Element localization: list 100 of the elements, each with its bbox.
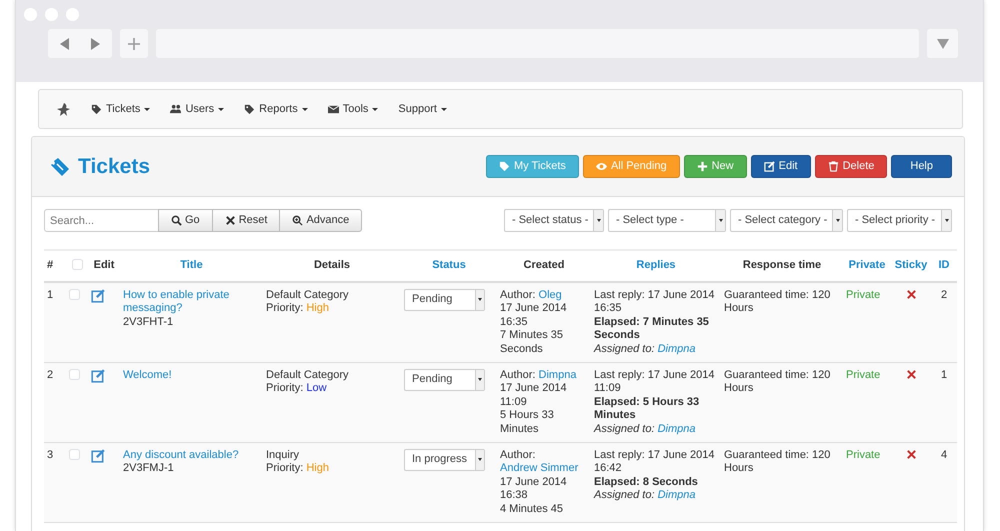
row-checkbox[interactable]: [69, 288, 80, 300]
plus-icon: [696, 161, 708, 172]
nav-menu[interactable]: Support: [398, 100, 447, 118]
created-date: 17 June 2014 16:38: [500, 476, 568, 503]
users-icon: [170, 104, 182, 114]
filter-dropdown[interactable]: - Select status -: [504, 209, 604, 232]
row-checkbox[interactable]: [69, 368, 80, 380]
ticket-title-link[interactable]: How to enable private messaging?: [123, 288, 260, 316]
status-dropdown[interactable]: Pending: [404, 288, 485, 311]
status-dropdown[interactable]: In progress: [404, 448, 485, 471]
priority-value: Low: [306, 382, 327, 394]
nav-menu[interactable]: Tickets: [91, 100, 150, 118]
caret-icon: [936, 38, 948, 48]
category-text: Default Category: [266, 368, 350, 382]
envelope-icon: [328, 104, 339, 114]
search-field[interactable]: Search...: [44, 209, 159, 232]
caret-icon: [144, 108, 150, 110]
filter-dropdown[interactable]: - Select type -: [608, 209, 726, 232]
priority-value: High: [306, 462, 329, 474]
ticket-age: 7 Minutes 35 Seconds: [500, 329, 564, 357]
author-label: Author:: [500, 448, 536, 461]
filter-dropdown[interactable]: - Select priority -: [847, 209, 952, 232]
edit-icon[interactable]: [91, 368, 105, 383]
zoom-in-icon: [292, 215, 304, 226]
priority-value: High: [306, 302, 329, 314]
nav-menu[interactable]: Users: [170, 100, 224, 118]
column-sort-link[interactable]: ID: [938, 259, 950, 271]
column-sort-link[interactable]: Private: [848, 259, 886, 271]
select-all-checkbox[interactable]: [72, 259, 82, 270]
elapsed-text: Elapsed: 7 Minutes 35 Seconds: [594, 316, 710, 343]
assigned-label: Assigned to:: [594, 489, 655, 502]
ticket-code: 2V3FMJ-1: [123, 462, 175, 476]
private-label: Private: [846, 448, 882, 462]
edit-icon[interactable]: [91, 448, 105, 463]
author-label: Author:: [500, 368, 536, 381]
ticket-age: 4 Minutes 45: [500, 502, 564, 516]
assigned-label: Assigned to:: [594, 342, 655, 355]
column-header: Response time: [742, 259, 822, 271]
nav-menu[interactable]: Tools: [328, 100, 378, 118]
author-link[interactable]: Oleg: [538, 288, 562, 301]
column-sort-link[interactable]: Status: [432, 259, 466, 271]
last-reply-text: Last reply: 17 June 2014 16:35: [594, 288, 716, 316]
column-sort-link[interactable]: Sticky: [894, 259, 928, 271]
category-text: Default Category: [266, 288, 350, 302]
filter-dropdown[interactable]: - Select category -: [730, 209, 843, 232]
priority-label: Priority:: [266, 302, 304, 314]
column-header: #: [47, 259, 54, 271]
search-button[interactable]: Go: [158, 209, 213, 232]
menu-button[interactable]: [927, 29, 958, 58]
created-date: 17 June 2014 16:35: [500, 302, 568, 330]
priority-label: Priority:: [266, 462, 304, 474]
close-icon: [224, 215, 236, 226]
caret-icon: [372, 108, 378, 110]
priority-label: Priority:: [266, 382, 304, 394]
column-sort-link[interactable]: Replies: [636, 259, 676, 271]
nav-menu[interactable]: Reports: [244, 100, 308, 118]
toolbar-button[interactable]: Delete: [814, 155, 888, 178]
row-checkbox[interactable]: [69, 448, 80, 460]
column-header: Created: [524, 259, 564, 271]
ticket-id: 1: [940, 368, 948, 381]
tag-icon: [91, 104, 102, 114]
toolbar-button[interactable]: Help: [891, 155, 952, 178]
tag-icon: [498, 161, 510, 172]
author-link[interactable]: Andrew Simmer: [500, 462, 578, 474]
caret-icon: [302, 108, 308, 110]
row-number: 1: [47, 288, 54, 301]
column-header: Edit: [94, 259, 114, 271]
back-icon[interactable]: [60, 38, 70, 50]
elapsed-text: Elapsed: 5 Hours 33 Minutes: [594, 396, 700, 423]
assignee-link[interactable]: Dimpna: [658, 342, 696, 355]
status-dropdown[interactable]: Pending: [404, 368, 485, 391]
plus-icon: [128, 38, 140, 50]
search-button[interactable]: Reset: [212, 209, 280, 232]
toolbar-button[interactable]: New: [684, 155, 747, 178]
logo-icon[interactable]: [57, 102, 71, 116]
ticket-title-link[interactable]: Welcome!: [123, 368, 260, 382]
search-icon: [171, 215, 182, 226]
tag-icon: [244, 104, 256, 114]
eye-icon: [596, 161, 607, 172]
response-time-text: Guaranteed time: 120 Hours: [724, 368, 832, 396]
page-title: Tickets: [78, 154, 150, 180]
elapsed-text: Elapsed: 8 Seconds: [594, 476, 699, 490]
assignee-link[interactable]: Dimpna: [658, 489, 696, 502]
author-link[interactable]: Dimpna: [538, 368, 576, 381]
caret-icon: [440, 108, 447, 110]
column-sort-link[interactable]: Title: [180, 259, 203, 271]
ticket-title-link[interactable]: Any discount available?: [123, 448, 260, 462]
row-number: 2: [47, 368, 54, 381]
assigned-label: Assigned to:: [594, 422, 655, 435]
forward-icon[interactable]: [90, 38, 100, 50]
ticket-id: 4: [940, 448, 948, 461]
new-tab-button[interactable]: [120, 29, 148, 58]
column-header: Details: [314, 259, 350, 271]
edit-icon[interactable]: [91, 288, 105, 303]
toolbar-button[interactable]: My Tickets: [486, 155, 579, 178]
ticket-id: 2: [940, 288, 948, 301]
toolbar-button[interactable]: Edit: [750, 155, 811, 178]
assignee-link[interactable]: Dimpna: [658, 422, 696, 435]
caret-icon: [218, 108, 224, 110]
search-button[interactable]: Advance: [279, 209, 362, 232]
